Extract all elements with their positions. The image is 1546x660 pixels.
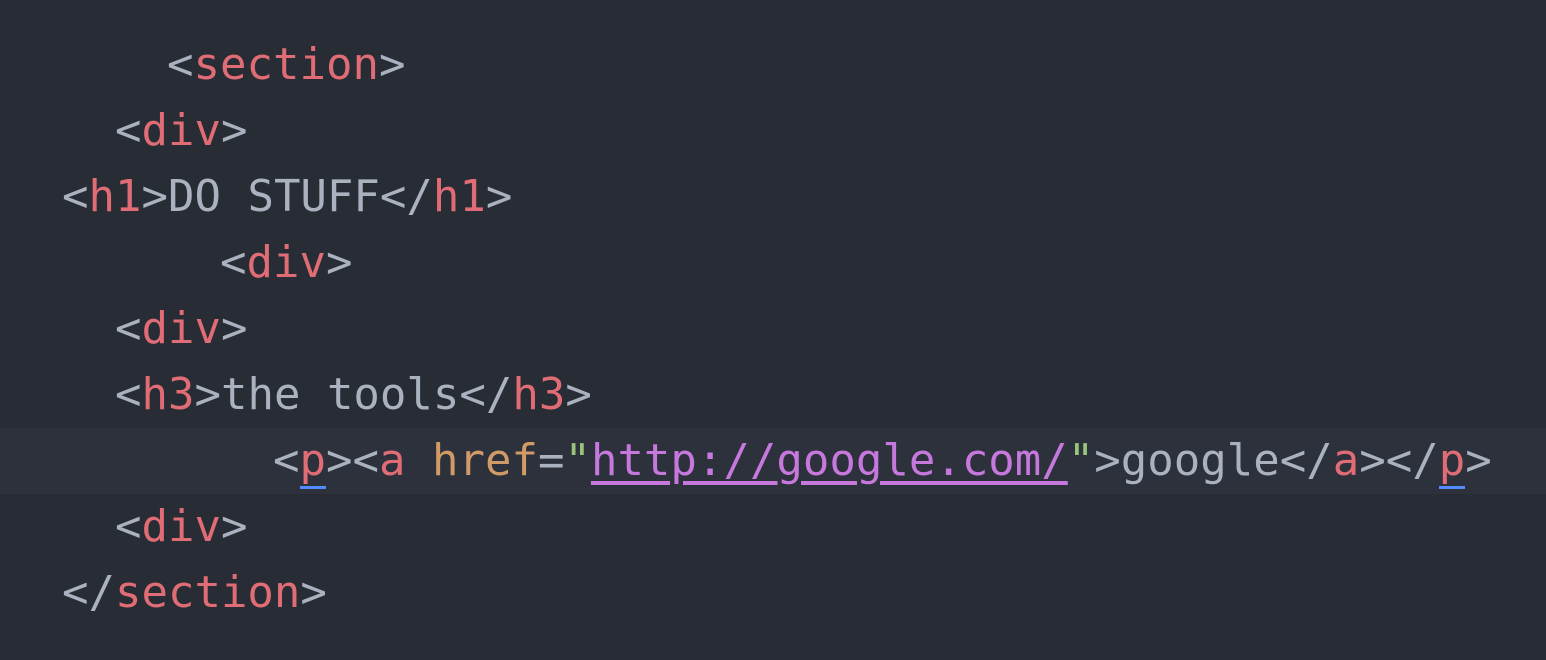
tag-name: a [1332,435,1360,486]
tag-name: section [193,39,379,90]
code-line[interactable]: <div> [0,98,1546,164]
angle-bracket: > [485,171,513,222]
angle-bracket: > [565,369,592,420]
closing-bracket: </ [459,369,513,420]
tag-name: a [378,435,406,486]
string-quote: " [564,435,591,486]
tag-name: h1 [88,171,142,222]
angle-bracket: < [273,435,300,486]
text-content: DO STUFF [167,171,380,222]
angle-bracket: > [1094,435,1121,486]
angle-bracket: < [115,369,142,420]
string-quote: " [1067,435,1095,486]
angle-bracket: > [220,303,248,354]
code-line[interactable]: <div> [0,494,1546,560]
tag-name: section [114,567,301,618]
angle-bracket: < [115,501,142,552]
tag-name: h3 [512,369,566,420]
code-line[interactable]: <div> [0,296,1546,362]
angle-bracket: > [194,369,221,420]
tag-name-matched: p [299,435,326,489]
angle-bracket: > [1465,435,1492,486]
link-text: google [1120,435,1280,486]
text-content: the tools [220,369,460,420]
angle-bracket: > [220,501,248,552]
url-link[interactable]: http://google.com/ [591,435,1068,486]
angle-bracket: >< [326,435,379,486]
code-line-current[interactable]: <p><a href="http://google.com/">google</… [0,428,1546,494]
angle-bracket: < [115,303,142,354]
code-line[interactable]: <h1>DO STUFF</h1> [0,164,1546,230]
angle-bracket: < [62,171,89,222]
closing-bracket: ></ [1359,435,1439,486]
code-line[interactable]: </section> [0,560,1546,626]
tag-name-matched: p [1438,435,1466,489]
code-line[interactable]: <div> [0,230,1546,296]
equals-sign: = [537,435,565,486]
code-editor[interactable]: <section> <div> <h1>DO STUFF</h1> <div> … [0,0,1546,660]
code-line[interactable]: <section> [0,32,1546,98]
code-line[interactable]: <h3>the tools</h3> [0,362,1546,428]
angle-bracket: < [167,39,194,90]
tag-name: div [141,303,221,354]
tag-name: div [141,501,221,552]
angle-bracket: < [220,237,247,288]
tag-name: h3 [141,369,195,420]
tag-name: h1 [432,171,486,222]
closing-bracket: </ [1279,435,1333,486]
angle-bracket: > [300,567,327,618]
tag-name: div [246,237,326,288]
closing-bracket: </ [62,567,115,618]
angle-bracket: > [378,39,406,90]
angle-bracket: > [220,105,248,156]
angle-bracket: > [325,237,353,288]
attribute-name: href [431,435,538,486]
closing-bracket: </ [379,171,433,222]
tag-name: div [141,105,221,156]
angle-bracket: < [115,105,142,156]
angle-bracket: > [141,171,168,222]
